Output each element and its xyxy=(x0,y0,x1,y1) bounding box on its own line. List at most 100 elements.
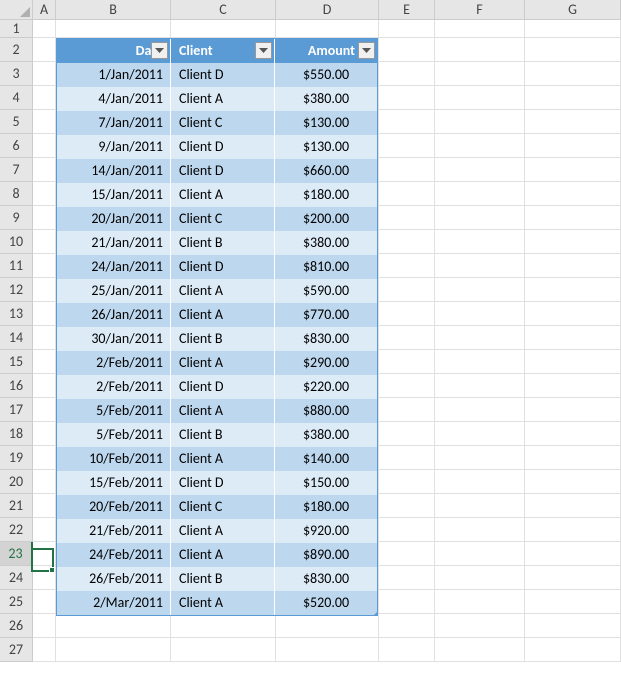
cell-E7[interactable] xyxy=(379,158,435,182)
row-header-2[interactable]: 2 xyxy=(0,38,33,62)
cell-client[interactable]: Client C xyxy=(171,207,275,231)
cell-A27[interactable] xyxy=(33,638,56,662)
cell-E21[interactable] xyxy=(379,494,435,518)
cell-date[interactable]: 1/Jan/2011 xyxy=(57,63,171,87)
cell-amount[interactable]: $150.00 xyxy=(275,471,377,495)
cell-amount[interactable]: $520.00 xyxy=(275,591,377,615)
cell-E13[interactable] xyxy=(379,302,435,326)
cell-F8[interactable] xyxy=(435,182,525,206)
cell-amount[interactable]: $380.00 xyxy=(275,231,377,255)
row-header-8[interactable]: 8 xyxy=(0,182,33,206)
cell-amount[interactable]: $770.00 xyxy=(275,303,377,327)
row-header-9[interactable]: 9 xyxy=(0,206,33,230)
cell-date[interactable]: 26/Jan/2011 xyxy=(57,303,171,327)
table-row[interactable]: 26/Jan/2011Client A$770.00 xyxy=(57,303,377,327)
cell-date[interactable]: 14/Jan/2011 xyxy=(57,159,171,183)
cell-G25[interactable] xyxy=(525,590,621,614)
cell-A20[interactable] xyxy=(33,470,56,494)
row-header-17[interactable]: 17 xyxy=(0,398,33,422)
row-header-20[interactable]: 20 xyxy=(0,470,33,494)
cell-F9[interactable] xyxy=(435,206,525,230)
row-header-6[interactable]: 6 xyxy=(0,134,33,158)
cell-G9[interactable] xyxy=(525,206,621,230)
cell-date[interactable]: 9/Jan/2011 xyxy=(57,135,171,159)
cell-amount[interactable]: $590.00 xyxy=(275,279,377,303)
row-header-1[interactable]: 1 xyxy=(0,20,33,38)
cell-F13[interactable] xyxy=(435,302,525,326)
cell-E17[interactable] xyxy=(379,398,435,422)
table-row[interactable]: 24/Jan/2011Client D$810.00 xyxy=(57,255,377,279)
cell-G5[interactable] xyxy=(525,110,621,134)
cell-F19[interactable] xyxy=(435,446,525,470)
cell-date[interactable]: 21/Jan/2011 xyxy=(57,231,171,255)
table-row[interactable]: 1/Jan/2011Client D$550.00 xyxy=(57,63,377,87)
cell-amount[interactable]: $290.00 xyxy=(275,351,377,375)
cell-G13[interactable] xyxy=(525,302,621,326)
table-row[interactable]: 10/Feb/2011Client A$140.00 xyxy=(57,447,377,471)
cell-client[interactable]: Client A xyxy=(171,351,275,375)
cell-date[interactable]: 15/Jan/2011 xyxy=(57,183,171,207)
cell-client[interactable]: Client C xyxy=(171,495,275,519)
cell-E5[interactable] xyxy=(379,110,435,134)
cell-G17[interactable] xyxy=(525,398,621,422)
cell-amount[interactable]: $180.00 xyxy=(275,183,377,207)
cell-G22[interactable] xyxy=(525,518,621,542)
table-row[interactable]: 24/Feb/2011Client A$890.00 xyxy=(57,543,377,567)
cell-B1[interactable] xyxy=(56,20,171,38)
cell-F11[interactable] xyxy=(435,254,525,278)
cell-A23[interactable] xyxy=(33,542,56,566)
cell-A24[interactable] xyxy=(33,566,56,590)
cell-G21[interactable] xyxy=(525,494,621,518)
cell-G19[interactable] xyxy=(525,446,621,470)
cell-date[interactable]: 4/Jan/2011 xyxy=(57,87,171,111)
cell-date[interactable]: 20/Jan/2011 xyxy=(57,207,171,231)
header-client[interactable]: Client xyxy=(171,39,275,63)
cell-amount[interactable]: $810.00 xyxy=(275,255,377,279)
cell-date[interactable]: 10/Feb/2011 xyxy=(57,447,171,471)
table-row[interactable]: 2/Feb/2011Client D$220.00 xyxy=(57,375,377,399)
table-row[interactable]: 5/Feb/2011Client A$880.00 xyxy=(57,399,377,423)
cell-G26[interactable] xyxy=(525,614,621,638)
cell-F10[interactable] xyxy=(435,230,525,254)
cell-A21[interactable] xyxy=(33,494,56,518)
cell-date[interactable]: 5/Feb/2011 xyxy=(57,423,171,447)
cell-G11[interactable] xyxy=(525,254,621,278)
cell-E18[interactable] xyxy=(379,422,435,446)
cell-amount[interactable]: $380.00 xyxy=(275,87,377,111)
column-header-E[interactable]: E xyxy=(379,0,435,20)
cell-amount[interactable]: $920.00 xyxy=(275,519,377,543)
cell-F27[interactable] xyxy=(435,638,525,662)
cell-A11[interactable] xyxy=(33,254,56,278)
cell-A16[interactable] xyxy=(33,374,56,398)
table-row[interactable]: 4/Jan/2011Client A$380.00 xyxy=(57,87,377,111)
table-row[interactable]: 2/Feb/2011Client A$290.00 xyxy=(57,351,377,375)
cell-G3[interactable] xyxy=(525,62,621,86)
cell-C26[interactable] xyxy=(171,614,276,638)
filter-button-amount[interactable] xyxy=(358,42,375,59)
table-row[interactable]: 5/Feb/2011Client B$380.00 xyxy=(57,423,377,447)
cell-amount[interactable]: $380.00 xyxy=(275,423,377,447)
cell-F20[interactable] xyxy=(435,470,525,494)
cell-client[interactable]: Client A xyxy=(171,519,275,543)
cell-client[interactable]: Client D xyxy=(171,63,275,87)
cell-E23[interactable] xyxy=(379,542,435,566)
cell-F5[interactable] xyxy=(435,110,525,134)
cell-A15[interactable] xyxy=(33,350,56,374)
cell-F1[interactable] xyxy=(435,20,525,38)
cell-E24[interactable] xyxy=(379,566,435,590)
filter-button-date[interactable] xyxy=(151,42,168,59)
cell-F24[interactable] xyxy=(435,566,525,590)
cell-E16[interactable] xyxy=(379,374,435,398)
cell-G12[interactable] xyxy=(525,278,621,302)
cell-date[interactable]: 20/Feb/2011 xyxy=(57,495,171,519)
column-header-A[interactable]: A xyxy=(33,0,56,20)
cell-F6[interactable] xyxy=(435,134,525,158)
cell-A26[interactable] xyxy=(33,614,56,638)
cell-date[interactable]: 7/Jan/2011 xyxy=(57,111,171,135)
row-header-15[interactable]: 15 xyxy=(0,350,33,374)
cell-B27[interactable] xyxy=(56,638,171,662)
row-header-19[interactable]: 19 xyxy=(0,446,33,470)
cell-amount[interactable]: $130.00 xyxy=(275,135,377,159)
cell-E15[interactable] xyxy=(379,350,435,374)
row-header-5[interactable]: 5 xyxy=(0,110,33,134)
